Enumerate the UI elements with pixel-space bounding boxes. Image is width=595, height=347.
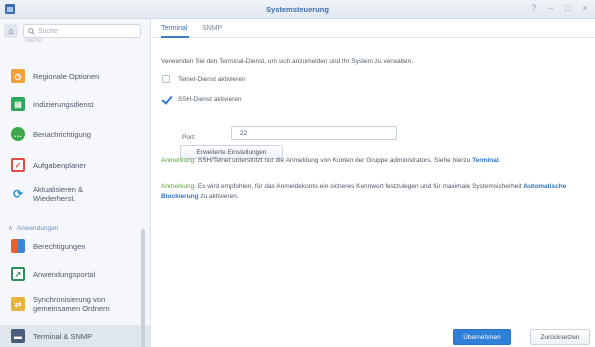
help-icon[interactable]: ?	[530, 3, 538, 13]
sidebar-item-privileges[interactable]: Berechtigungen	[0, 236, 150, 256]
reset-button[interactable]: Zurücksetzen	[530, 329, 590, 345]
intro-text: Verwenden Sie den Terminal-Dienst, um si…	[161, 58, 414, 65]
calendar-icon: ✓	[11, 158, 25, 172]
sidebar-scrollbar[interactable]	[141, 229, 145, 347]
note-text: Es wird empfohlen, für das Anmeldekonto …	[196, 183, 524, 190]
apply-button[interactable]: Übernehmen	[453, 329, 511, 345]
port-label: Port:	[182, 134, 196, 141]
search-box[interactable]	[23, 24, 141, 38]
sidebar-item-label: Aufgabenplaner	[33, 160, 86, 170]
window-controls: ? – □ ×	[530, 3, 589, 13]
globe-clock-icon: ◷	[11, 69, 25, 83]
sidebar-item-shared-folder-sync[interactable]: ⇄ Synchronisierung von gemeinsamen Ordne…	[0, 290, 150, 318]
sidebar-item-label: Aktualisieren & Wiederherst.	[33, 185, 84, 203]
terminal-link[interactable]: Terminal	[472, 157, 499, 164]
search-input[interactable]	[38, 27, 133, 35]
note-suffix: zu aktivieren.	[198, 193, 239, 200]
sidebar-item-partial[interactable]: Dienst	[25, 38, 42, 44]
port-field[interactable]	[231, 126, 397, 140]
note-prefix: Anmerkung:	[161, 183, 197, 190]
sidebar-item-regional-options[interactable]: ◷ Regionale Optionen	[0, 66, 150, 86]
section-header-applications[interactable]: ∧ Anwendungen	[8, 224, 58, 233]
permissions-icon	[11, 239, 25, 253]
sidebar-item-indexing[interactable]: ▤ Indizierungsdienst	[0, 94, 150, 114]
sidebar-item-application-portal[interactable]: ↗ Anwendungsportal	[0, 263, 150, 285]
active-tab-indicator	[161, 36, 189, 38]
telnet-checkbox[interactable]	[162, 75, 170, 83]
sidebar: ⌂ Dienst ◷ Regionale Optionen ▤ Indizier…	[0, 19, 151, 347]
window-title: Systemsteuerung	[266, 5, 329, 14]
sidebar-item-label: Anwendungsportal	[33, 269, 96, 279]
sidebar-item-label: Berechtigungen	[33, 241, 86, 251]
home-icon[interactable]: ⌂	[4, 24, 18, 38]
chat-bubble-icon: …	[11, 127, 25, 141]
ssh-checkbox-row[interactable]: SSH-Dienst aktivieren	[162, 95, 242, 103]
note-text: SSH/Telnet unterstützt nur die Anmeldung…	[196, 157, 473, 164]
note-ssh-admin: Anmerkung: SSH/Telnet unterstützt nur di…	[161, 156, 586, 166]
update-icon: ⟳	[12, 187, 24, 201]
close-icon[interactable]: ×	[581, 3, 589, 13]
sidebar-item-label: Synchronisierung von gemeinsamen Ordnern	[33, 295, 110, 313]
sidebar-item-label: Terminal & SNMP	[33, 331, 93, 341]
sidebar-item-notification[interactable]: … Benachrichtigung	[0, 124, 150, 144]
index-icon: ▤	[11, 97, 25, 111]
sidebar-item-task-scheduler[interactable]: ✓ Aufgabenplaner	[0, 155, 150, 175]
terminal-icon: ▬	[11, 329, 25, 343]
main-panel: Terminal SNMP Verwenden Sie den Terminal…	[152, 19, 595, 347]
note-suffix: .	[498, 157, 501, 164]
tab-terminal[interactable]: Terminal	[161, 25, 187, 32]
sync-folder-icon: ⇄	[11, 297, 25, 311]
note-security: Anmerkung: Es wird empfohlen, für das An…	[161, 182, 586, 202]
sidebar-item-label: Regionale Optionen	[33, 71, 100, 81]
tab-bar: Terminal SNMP	[152, 19, 595, 38]
search-icon	[28, 27, 35, 35]
telnet-label: Telnet-Dienst aktivieren	[178, 75, 246, 83]
sidebar-item-label: Benachrichtigung	[33, 129, 91, 139]
sidebar-item-label: Indizierungsdienst	[33, 99, 94, 109]
sidebar-item-update-restore[interactable]: ⟳ Aktualisieren & Wiederherst.	[0, 179, 150, 209]
ssh-checkbox[interactable]	[162, 95, 170, 103]
sidebar-item-terminal-snmp[interactable]: ▬ Terminal & SNMP	[0, 325, 150, 347]
portal-icon: ↗	[11, 267, 25, 281]
ssh-label: SSH-Dienst aktivieren	[178, 95, 242, 103]
note-prefix: Anmerkung:	[161, 157, 197, 164]
chevron-up-icon: ∧	[8, 225, 13, 232]
telnet-checkbox-row[interactable]: Telnet-Dienst aktivieren	[162, 75, 246, 83]
tab-snmp[interactable]: SNMP	[202, 25, 222, 32]
window-titlebar: Systemsteuerung ? – □ ×	[0, 0, 595, 19]
minimize-icon[interactable]: –	[547, 3, 555, 13]
maximize-icon[interactable]: □	[564, 3, 572, 13]
